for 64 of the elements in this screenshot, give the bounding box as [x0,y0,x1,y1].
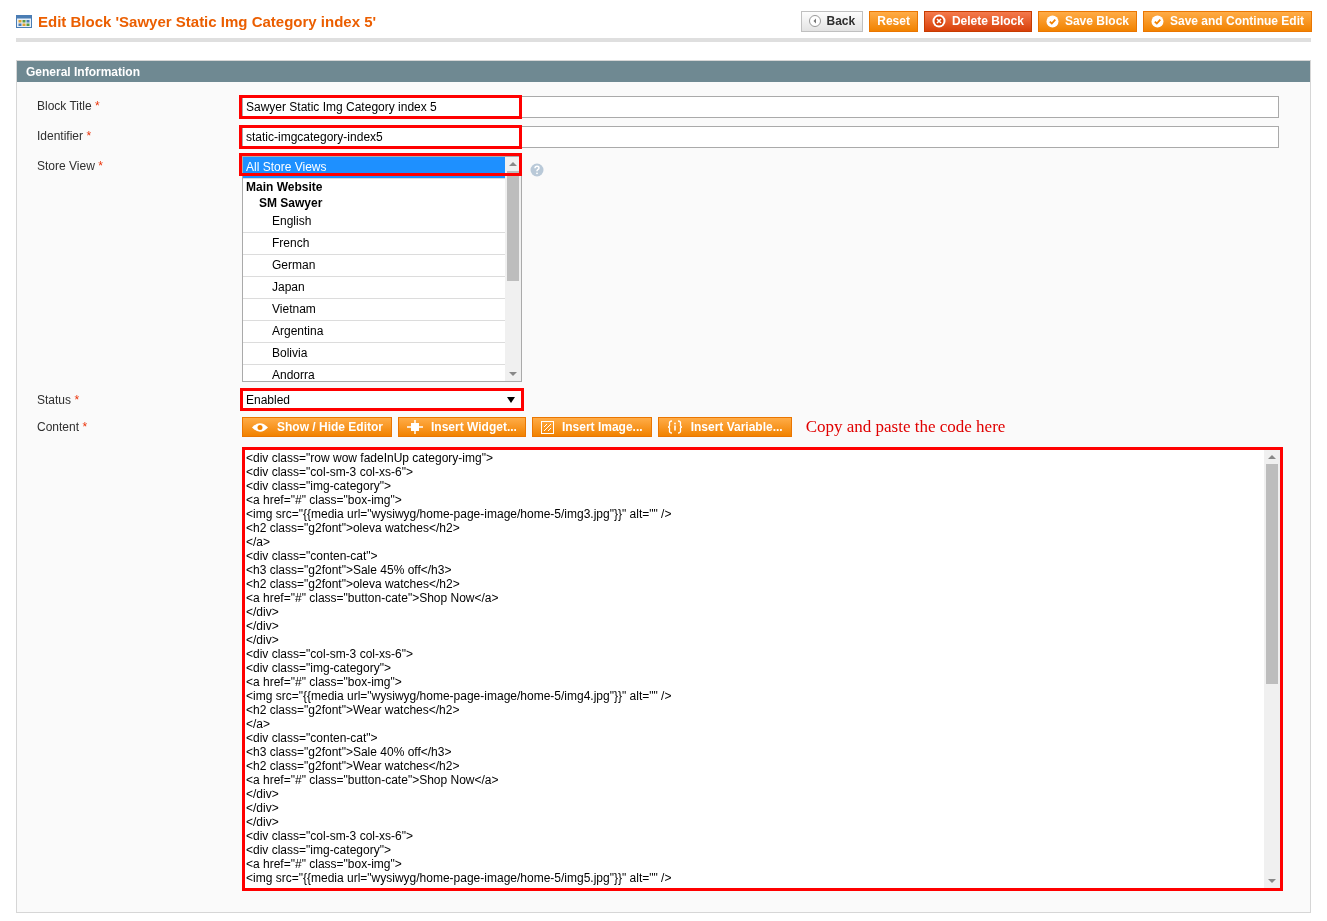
code-line: </div> [246,619,280,633]
code-line: </div> [246,605,280,619]
listbox-option[interactable]: Vietnam [243,299,505,321]
listbox-option[interactable]: Bolivia [243,343,505,365]
code-line: <a href="#" class="button-cate">Shop Now</a> [246,773,500,787]
action-button[interactable]: Back [800,10,864,32]
variable-icon [666,420,683,434]
code-line: <div class="img-category"> [246,661,392,675]
listbox-option[interactable]: English [243,211,505,233]
code-line: <h2 class="g2font">Wear watches</h2> [246,759,461,773]
field-label: Status * [37,392,81,407]
code-line: <a href="#" class="button-cate">Shop Now</a> [246,591,500,605]
code-line: <div class="row wow fadeInUp category-img"> [246,451,494,465]
code-line: </div> [246,815,280,829]
grid-icon [16,14,32,28]
listbox-option[interactable]: German [243,255,505,277]
code-line: </div> [246,633,280,647]
code-line: <img src="{{media url="wysiwyg/home-page-image/home-5/img3.jpg"}}" alt="" /> [246,507,673,521]
code-line: <h2 class="g2font">oleva watches</h2> [246,521,461,535]
text-field[interactable]: static-imgcategory-index5 [242,126,1279,148]
code-line: <h3 class="g2font">Sale 40% off</h3> [246,745,453,759]
code-line: <img src="{{media url="wysiwyg/home-page-image/home-5/img5.jpg"}}" alt="" /> [246,871,673,885]
code-line: </div> [246,787,280,801]
code-line: <a href="#" class="box-img"> [246,493,403,507]
scrollbar[interactable] [505,157,521,381]
page-title: Edit Block 'Sawyer Static Img Category index 5' [38,12,377,30]
code-line: <h2 class="g2font">Wear watches</h2> [246,703,461,717]
code-line: <div class="img-category"> [246,479,392,493]
check-circle-icon [1151,14,1164,28]
content-textarea[interactable] [242,447,1283,891]
widget-icon [407,420,423,434]
code-line: <h3 class="g2font">Sale 45% off</h3> [246,563,453,577]
code-line: <a href="#" class="box-img"> [246,675,403,689]
check-circle-icon [1045,14,1059,28]
listbox-option[interactable]: Japan [243,277,505,299]
store-view-listbox[interactable]: All Store Views Main Website SM Sawyer English French German Japan Vietnam Argentina Bolivia Andorra [242,156,522,382]
code-line: <div class="col-sm-3 col-xs-6"> [246,647,414,661]
code-line: <a href="#" class="box-img"> [246,857,403,871]
close-circle-icon [931,14,946,28]
field-label: Store View * [37,158,104,173]
eye-icon [251,421,269,433]
action-button[interactable]: Delete Block [923,10,1032,32]
text-field[interactable]: Sawyer Static Img Category index 5 [242,96,1279,118]
listbox-option[interactable]: Argentina [243,321,505,343]
option-group-label: SM Sawyer [258,195,324,211]
code-line: <div class="conten-cat"> [246,549,379,563]
code-line: <div class="col-sm-3 col-xs-6"> [246,829,414,843]
code-line: <div class="col-sm-3 col-xs-6"> [246,465,414,479]
code-line: </div> [246,801,280,815]
scrollbar[interactable] [1264,450,1280,888]
section-header: General Information [17,61,1310,82]
code-line: <div class="img-category"> [246,843,392,857]
code-line: </a> [246,717,272,731]
code-line: </a> [246,535,272,549]
field-label: Block Title * [37,98,101,113]
listbox-option[interactable]: French [243,233,505,255]
image-icon [540,420,554,434]
field-label: Content * [37,419,89,434]
option-group-label: Main Website [245,179,324,195]
annotation-note: Copy and paste the code here [805,417,1006,437]
code-line: <h2 class="g2font">oleva watches</h2> [246,577,461,591]
field-label: Identifier * [37,128,93,143]
code-line: <div class="conten-cat"> [246,731,379,745]
code-line: <img src="{{media url="wysiwyg/home-page-image/home-5/img4.jpg"}}" alt="" /> [246,689,673,703]
